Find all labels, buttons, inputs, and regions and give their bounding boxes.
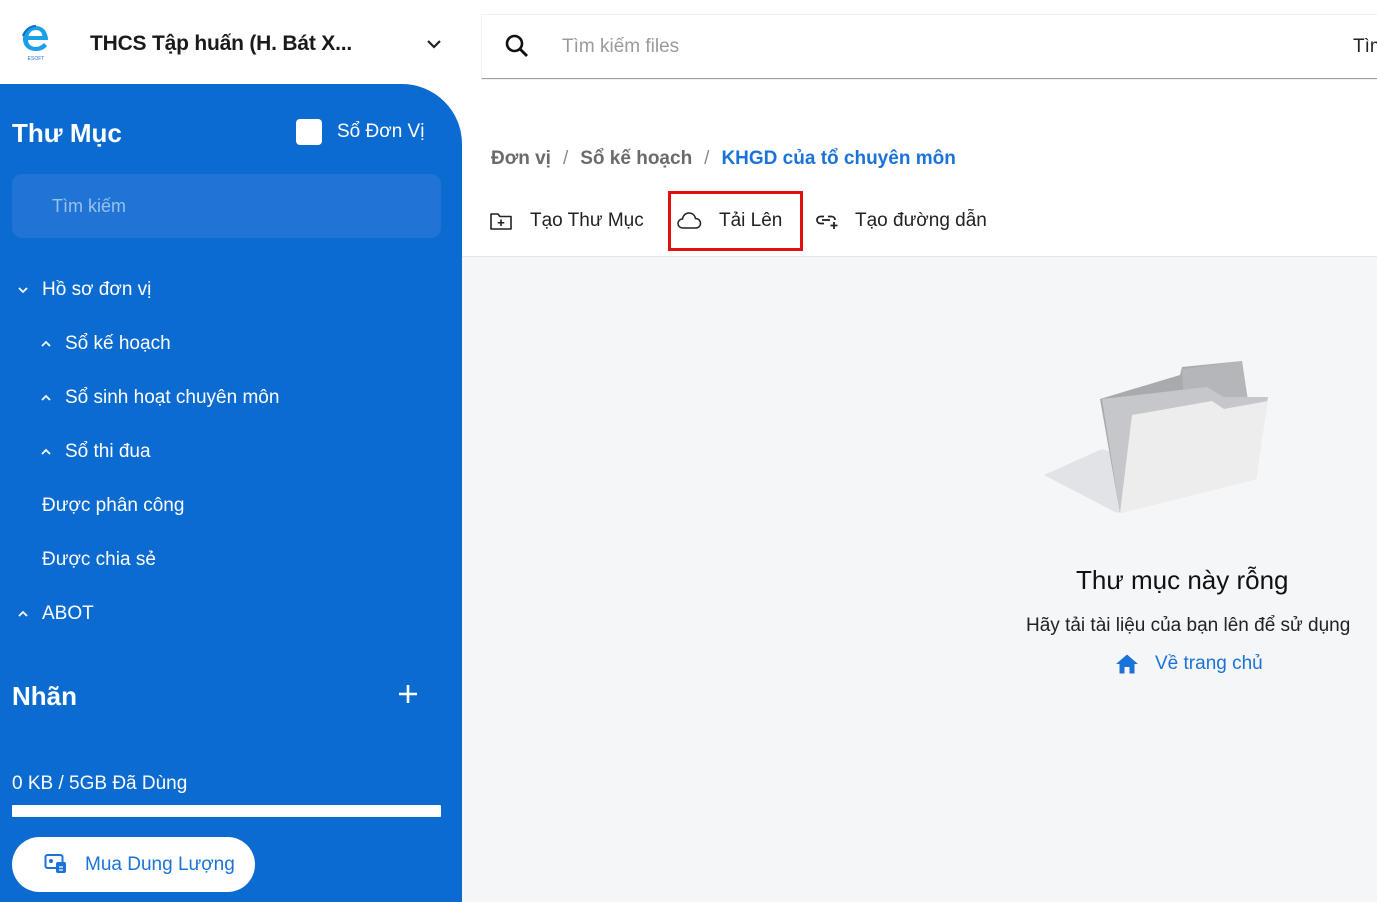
breadcrumb: Đơn vị / Sổ kế hoạch / KHGD của tổ chuyê… — [491, 148, 956, 170]
folder-plus-icon — [489, 210, 513, 232]
tree-item-ho-so-don-vi[interactable]: Hồ sơ đơn vị — [16, 275, 151, 305]
top-search-bar: Tìm — [482, 15, 1377, 79]
empty-folder-illustration — [1042, 357, 1272, 522]
chevron-down-icon — [16, 283, 30, 297]
tree-item-label: Sổ thi đua — [65, 441, 151, 462]
tree-item-label: ABOT — [42, 603, 94, 624]
search-icon[interactable] — [504, 33, 530, 59]
breadcrumb-separator: / — [704, 148, 710, 169]
home-icon — [1114, 653, 1140, 675]
tree-item-label: Hồ sơ đơn vị — [42, 279, 152, 300]
create-folder-button[interactable]: Tạo Thư Mục — [489, 206, 644, 236]
chevron-up-icon — [39, 391, 53, 405]
link-plus-icon — [815, 210, 839, 232]
organization-name[interactable]: THCS Tập huấn (H. Bát X... — [90, 32, 352, 56]
esoft-logo: ESOFT — [20, 22, 52, 62]
create-link-label: Tạo đường dẫn — [855, 210, 987, 231]
tree-item-label: Sổ sinh hoạt chuyên môn — [65, 387, 280, 408]
add-label-icon[interactable] — [396, 682, 420, 706]
brand-header: ESOFT THCS Tập huấn (H. Bát X... — [0, 0, 462, 84]
storage-usage-text: 0 KB / 5GB Đã Dùng — [12, 773, 188, 794]
create-folder-label: Tạo Thư Mục — [530, 210, 644, 231]
breadcrumb-current: KHGD của tổ chuyên môn — [721, 148, 956, 169]
labels-title: Nhãn — [12, 681, 77, 711]
svg-text:ESOFT: ESOFT — [28, 56, 45, 62]
go-home-link[interactable]: Về trang chủ — [1114, 653, 1263, 675]
tree-item-abot[interactable]: ABOT — [16, 599, 94, 629]
storage-progress-bar — [12, 805, 441, 817]
storage-icon — [44, 853, 68, 875]
tree-item-label: Sổ kế hoạch — [65, 333, 171, 354]
empty-state-description: Hãy tải tài liệu của bạn lên để sử dụng — [1026, 615, 1351, 636]
tree-item-so-sinh-hoat-chuyen-mon[interactable]: Sổ sinh hoạt chuyên môn — [39, 383, 279, 413]
sidebar: Thư Mục Sổ Đơn Vị Hồ sơ đơn vị Sổ kế hoạ… — [0, 84, 462, 902]
tree-item-label: Được phân công — [42, 495, 185, 516]
breadcrumb-separator: / — [562, 148, 569, 169]
empty-state-title: Thư mục này rỗng — [1076, 565, 1289, 595]
tree-item-label: Được chia sẻ — [42, 549, 156, 570]
file-list-area: Thư mục này rỗng Hãy tải tài liệu của bạ… — [462, 256, 1377, 902]
create-link-button[interactable]: Tạo đường dẫn — [815, 206, 987, 236]
breadcrumb-item[interactable]: Đơn vị — [491, 148, 551, 170]
chevron-up-icon — [39, 337, 53, 351]
breadcrumb-item[interactable]: Sổ kế hoạch — [580, 148, 692, 170]
tree-item-duoc-chia-se[interactable]: Được chia sẻ — [42, 545, 156, 575]
unit-book-checkbox[interactable] — [296, 119, 322, 145]
folders-title: Thư Mục — [12, 118, 122, 148]
go-home-label: Về trang chủ — [1155, 653, 1263, 674]
folder-search-input[interactable] — [12, 174, 441, 238]
upload-highlight-frame — [668, 191, 803, 251]
unit-book-label: Sổ Đơn Vị — [337, 121, 425, 142]
chevron-down-icon[interactable] — [424, 36, 444, 52]
tree-item-so-thi-dua[interactable]: Sổ thi đua — [39, 437, 151, 467]
file-search-input[interactable] — [562, 29, 1262, 65]
chevron-up-icon — [16, 607, 30, 621]
search-button-text[interactable]: Tìm — [1353, 36, 1377, 58]
buy-storage-label: Mua Dung Lượng — [85, 854, 235, 875]
tree-item-duoc-phan-cong[interactable]: Được phân công — [42, 491, 184, 521]
buy-storage-button[interactable]: Mua Dung Lượng — [12, 837, 255, 892]
chevron-up-icon — [39, 445, 53, 459]
tree-item-so-ke-hoach[interactable]: Sổ kế hoạch — [39, 329, 171, 359]
